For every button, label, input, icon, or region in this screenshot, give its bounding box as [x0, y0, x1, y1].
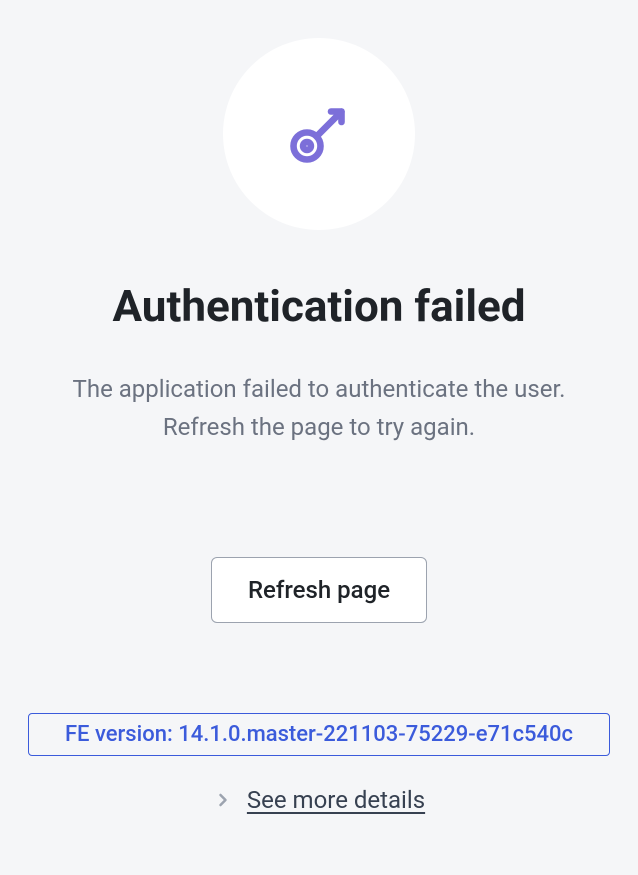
see-more-details-link[interactable]: See more details: [247, 786, 425, 814]
error-message: The application failed to authenticate t…: [49, 370, 590, 447]
chevron-right-icon: [213, 790, 233, 810]
version-info: FE version: 14.1.0.master-221103-75229-e…: [28, 713, 610, 756]
message-line-2: Refresh the page to try again.: [73, 408, 566, 446]
see-more-details-toggle[interactable]: See more details: [213, 786, 425, 814]
key-icon: [283, 98, 355, 170]
refresh-page-button[interactable]: Refresh page: [211, 557, 427, 623]
version-text: FE version: 14.1.0.master-221103-75229-e…: [65, 722, 573, 747]
icon-circle: [223, 38, 415, 230]
page-title: Authentication failed: [112, 280, 525, 332]
button-container: Refresh page: [211, 557, 427, 623]
message-line-1: The application failed to authenticate t…: [73, 370, 566, 408]
